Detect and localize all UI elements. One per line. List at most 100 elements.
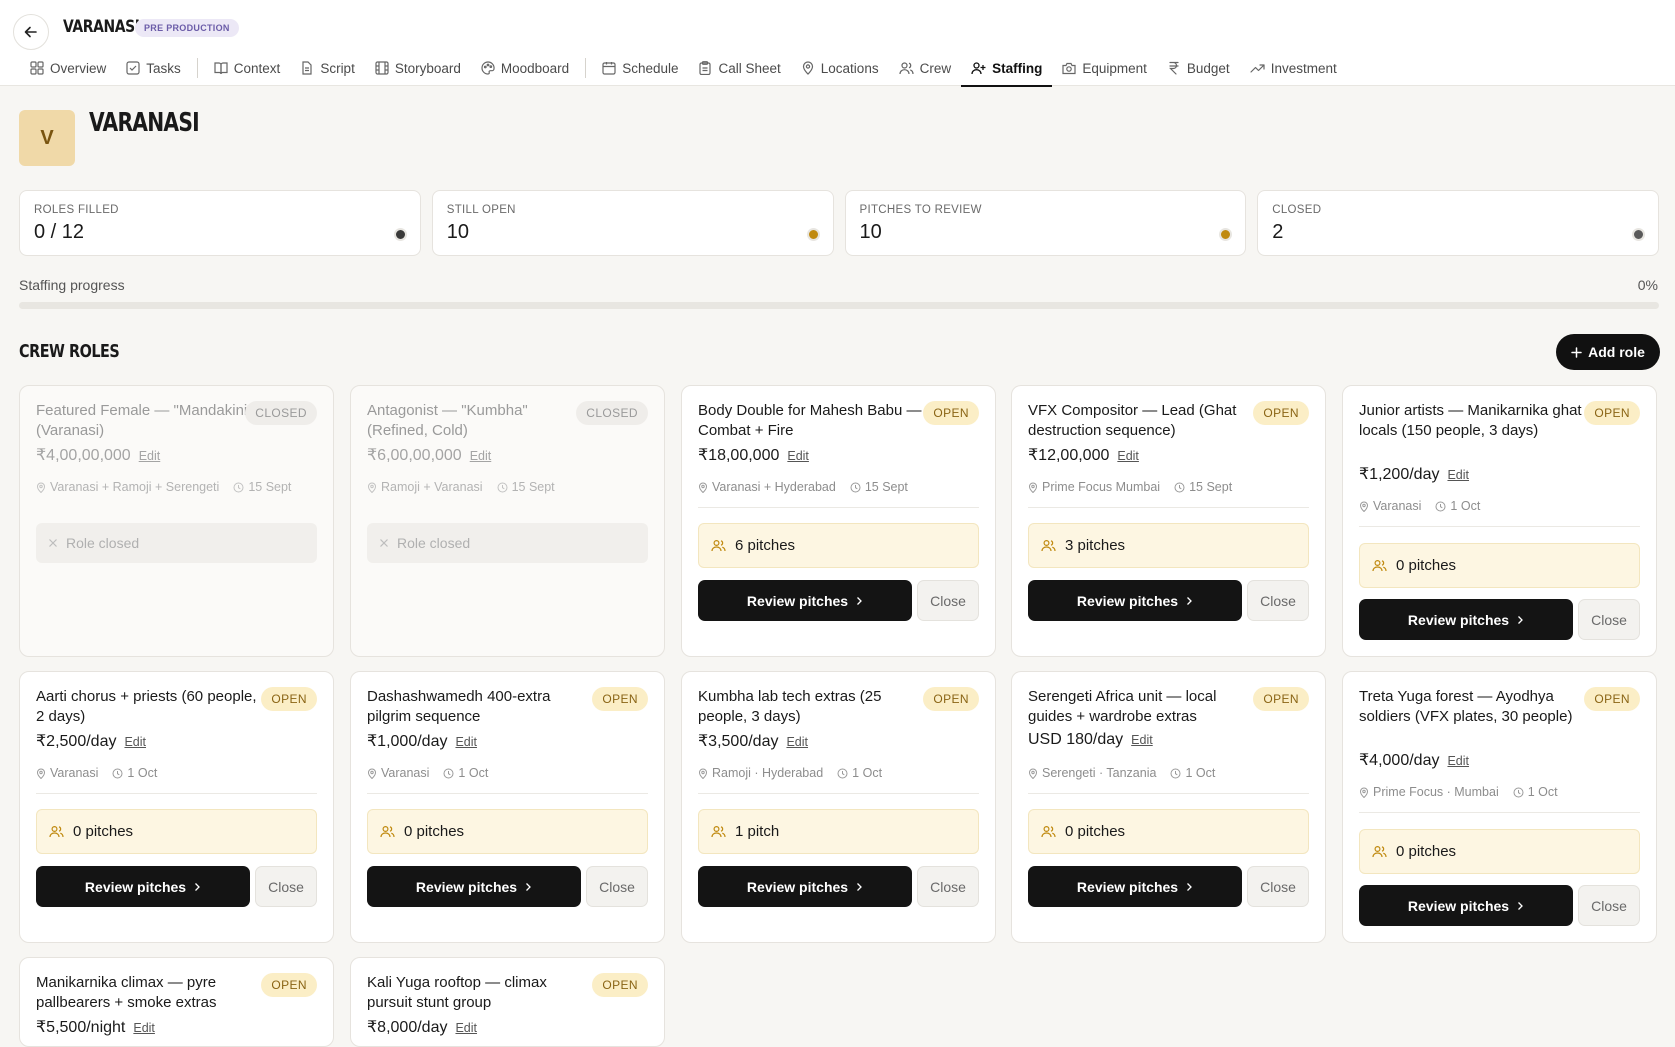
close-role-button[interactable]: Close (1578, 599, 1640, 640)
pitch-count-label: 0 pitches (1396, 843, 1457, 860)
clock-icon (837, 768, 848, 778)
role-price: ₹18,00,000 (698, 447, 780, 464)
clock-icon (1513, 787, 1524, 797)
clock-icon (1170, 768, 1181, 778)
review-pitches-label: Review pitches (1076, 592, 1179, 609)
review-pitches-button[interactable]: Review pitches (698, 580, 912, 621)
review-pitches-button[interactable]: Review pitches (36, 866, 250, 907)
review-pitches-label: Review pitches (415, 878, 518, 895)
edit-link[interactable]: Edit (470, 449, 492, 463)
map-pin-icon (698, 768, 708, 779)
role-date-wrap: 15 Sept (497, 480, 555, 494)
tab-schedule[interactable]: Schedule (592, 50, 688, 86)
back-button[interactable] (13, 14, 49, 50)
pitch-count: 1 pitch (698, 809, 979, 854)
tab-investment[interactable]: Investment (1240, 50, 1347, 86)
map-pin-icon (1028, 482, 1038, 493)
edit-link[interactable]: Edit (139, 449, 161, 463)
review-pitches-button[interactable]: Review pitches (1028, 866, 1242, 907)
pitch-count: 0 pitches (1028, 809, 1309, 854)
role-date-wrap: 15 Sept (1174, 480, 1232, 494)
document-icon (302, 61, 312, 75)
add-role-button[interactable]: Add role (1556, 334, 1660, 370)
role-price: ₹8,000/day (367, 1019, 448, 1036)
grid-icon (30, 61, 44, 75)
close-role-button[interactable]: Close (1578, 885, 1640, 926)
clock-icon (497, 482, 508, 492)
close-role-button[interactable]: Close (917, 580, 979, 621)
stat-value: 10 (446, 221, 469, 243)
edit-link[interactable]: Edit (133, 1021, 155, 1035)
clock-icon (233, 482, 244, 492)
tab-locations[interactable]: Locations (791, 50, 889, 86)
role-title: VFX Compositor — Lead (Ghat destruction … (1028, 402, 1237, 439)
close-role-button[interactable]: Close (917, 866, 979, 907)
edit-link[interactable]: Edit (455, 1021, 477, 1035)
review-pitches-button[interactable]: Review pitches (367, 866, 581, 907)
tab-label: Overview (50, 60, 107, 76)
edit-link[interactable]: Edit (787, 449, 809, 463)
role-price: ₹3,500/day (698, 733, 779, 750)
chevron-right-icon (1518, 615, 1523, 624)
pitch-count: 0 pitches (1359, 829, 1640, 874)
clock-icon (443, 768, 454, 778)
review-pitches-button[interactable]: Review pitches (698, 866, 912, 907)
edit-link[interactable]: Edit (1447, 468, 1469, 482)
tab-equipment[interactable]: Equipment (1052, 50, 1157, 86)
tab-overview[interactable]: Overview (20, 50, 116, 86)
stat-pitches-to-review: PITCHES TO REVIEW 10 (844, 190, 1247, 256)
section-title: CREW ROLES (19, 341, 120, 362)
role-date: 15 Sept (864, 480, 908, 494)
pitch-count-label: 0 pitches (1396, 557, 1457, 574)
price-row: ₹5,500/night Edit (36, 1017, 155, 1037)
review-pitches-button[interactable]: Review pitches (1028, 580, 1242, 621)
edit-link[interactable]: Edit (1447, 754, 1469, 768)
tab-script[interactable]: Script (290, 50, 365, 86)
edit-link[interactable]: Edit (124, 735, 146, 749)
role-location: Varanasi (1373, 499, 1422, 513)
tab-budget[interactable]: Budget (1157, 50, 1240, 86)
role-card: Manikarnika climax — pyre pallbearers + … (19, 957, 334, 1047)
tab-storyboard[interactable]: Storyboard (365, 50, 471, 86)
price-row: ₹12,00,000 Edit (1028, 445, 1139, 465)
tab-staffing[interactable]: Staffing (961, 50, 1053, 87)
close-role-button[interactable]: Close (255, 866, 317, 907)
close-role-button[interactable]: Close (1247, 866, 1309, 907)
tab-label: Script (320, 60, 355, 76)
role-location: Serengeti · Tanzania (1042, 766, 1157, 780)
close-role-button[interactable]: Close (586, 866, 648, 907)
role-price: ₹6,00,00,000 (367, 447, 462, 464)
chevron-right-icon (857, 596, 862, 605)
stat-closed: CLOSED 2 (1257, 190, 1659, 256)
tab-moodboard[interactable]: Moodboard (471, 50, 579, 86)
pitch-count: 0 pitches (1359, 543, 1640, 588)
edit-link[interactable]: Edit (786, 735, 808, 749)
close-role-button[interactable]: Close (1247, 580, 1309, 621)
role-location: Varanasi (381, 766, 430, 780)
edit-link[interactable]: Edit (455, 735, 477, 749)
role-title: Featured Female — "Mandakini" (Varanasi) (36, 402, 253, 439)
project-name: VARANASI (63, 17, 140, 37)
role-date-wrap: 1 Oct (443, 766, 488, 780)
tab-tasks[interactable]: Tasks (116, 50, 191, 86)
page-title: VARANASI (89, 108, 200, 138)
review-pitches-label: Review pitches (746, 592, 849, 609)
clock-icon (112, 768, 123, 778)
role-title: Treta Yuga forest — Ayodhya soldiers (VF… (1359, 688, 1573, 725)
tab-context[interactable]: Context (204, 50, 291, 86)
review-pitches-button[interactable]: Review pitches (1359, 599, 1573, 640)
status-badge: OPEN (923, 401, 979, 425)
status-badge: OPEN (1253, 687, 1309, 711)
price-row: USD 180/day Edit (1028, 731, 1153, 749)
edit-link[interactable]: Edit (1131, 733, 1153, 747)
review-pitches-button[interactable]: Review pitches (1359, 885, 1573, 926)
tab-label: Schedule (622, 60, 679, 76)
edit-link[interactable]: Edit (1117, 449, 1139, 463)
role-date: 1 Oct (852, 766, 883, 780)
tab-crew[interactable]: Crew (889, 50, 962, 86)
pitch-count-label: 3 pitches (1065, 537, 1126, 554)
price-row: ₹1,200/day Edit (1359, 464, 1469, 484)
review-pitches-label: Review pitches (1407, 897, 1510, 914)
clock-icon (850, 482, 861, 492)
tab-call-sheet[interactable]: Call Sheet (688, 50, 790, 86)
